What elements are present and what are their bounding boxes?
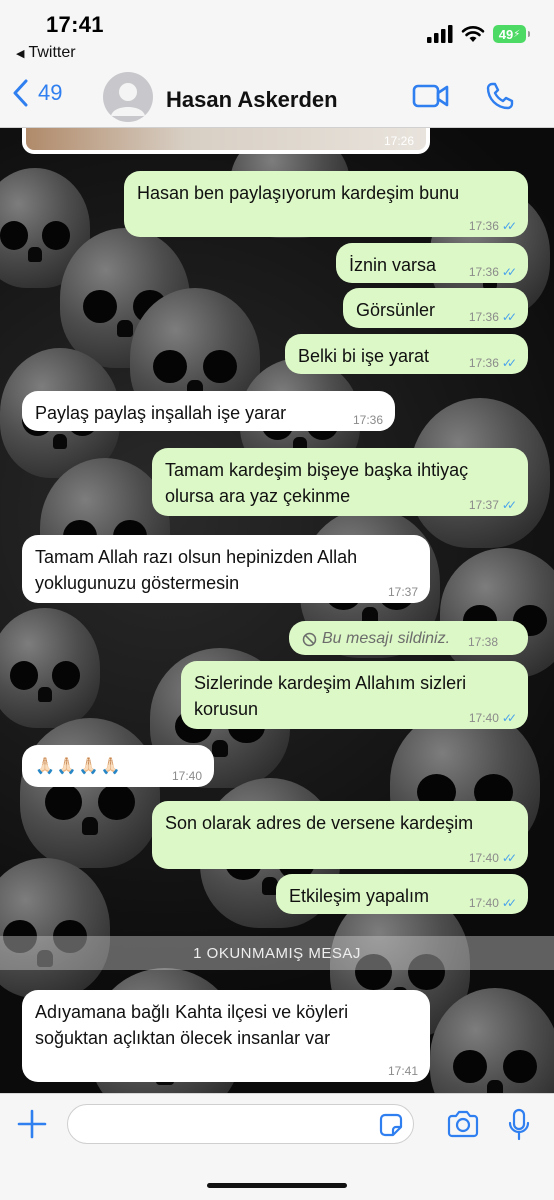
message-text: Bu mesajı sildiniz. bbox=[322, 630, 451, 647]
incoming-message[interactable]: Adıyamana bağlı Kahta ilçesi ve köyleri … bbox=[22, 990, 430, 1082]
attach-button[interactable] bbox=[16, 1108, 48, 1145]
video-camera-icon bbox=[412, 84, 449, 108]
message-input-bar bbox=[0, 1093, 554, 1200]
message-text: Paylaş paylaş inşallah işe yarar bbox=[35, 403, 287, 423]
message-time: 17:26 bbox=[383, 134, 414, 148]
message-text: Tamam Allah razı olsun hepinizden Allah … bbox=[35, 547, 358, 593]
status-time: 17:41 bbox=[46, 12, 104, 37]
image-message[interactable]: 17:26 bbox=[22, 128, 430, 154]
chevron-left-icon bbox=[13, 79, 28, 107]
back-app-label: Twitter bbox=[28, 44, 76, 61]
cellular-signal-icon bbox=[427, 25, 453, 43]
outgoing-message[interactable]: Son olarak adres de versene kardeşim 17:… bbox=[152, 801, 528, 869]
message-text: Son olarak adres de versene kardeşim bbox=[165, 813, 474, 833]
plus-icon bbox=[17, 1109, 47, 1139]
message-time: 17:40 bbox=[171, 769, 202, 783]
back-button[interactable]: 49 bbox=[12, 78, 62, 108]
double-check-icon: ✓✓ bbox=[501, 498, 517, 512]
back-to-app-link[interactable]: ◀ Twitter bbox=[16, 44, 76, 62]
default-avatar-icon bbox=[111, 83, 145, 116]
unread-chats-count: 49 bbox=[38, 80, 63, 105]
contact-name[interactable]: Hasan Askerden bbox=[166, 87, 338, 113]
camera-button[interactable] bbox=[446, 1110, 480, 1143]
message-time: 17:37 bbox=[387, 585, 418, 599]
system-icons: 49 ⚡ bbox=[427, 25, 530, 43]
back-triangle-icon: ◀ bbox=[16, 47, 25, 60]
outgoing-message[interactable]: Tamam kardeşim bişeye başka ihtiyaç olur… bbox=[152, 448, 528, 516]
double-check-icon: ✓✓ bbox=[501, 219, 517, 233]
double-check-icon: ✓✓ bbox=[501, 711, 517, 725]
home-indicator[interactable] bbox=[207, 1183, 347, 1188]
video-call-button[interactable] bbox=[412, 83, 450, 114]
outgoing-message[interactable]: Sizlerinde kardeşim Allahım sizleri koru… bbox=[181, 661, 528, 729]
outgoing-message[interactable]: İznin varsa 17:36 ✓✓ bbox=[336, 243, 528, 283]
message-time: 17:36 bbox=[468, 219, 499, 233]
message-time: 17:41 bbox=[387, 1064, 418, 1078]
voice-call-button[interactable] bbox=[485, 81, 515, 116]
outgoing-message[interactable]: Etkileşim yapalım 17:40 ✓✓ bbox=[276, 874, 528, 914]
message-text: Tamam kardeşim bişeye başka ihtiyaç olur… bbox=[165, 460, 469, 506]
double-check-icon: ✓✓ bbox=[501, 851, 517, 865]
avatar[interactable] bbox=[103, 72, 153, 122]
message-time: 17:40 bbox=[468, 896, 499, 910]
double-check-icon: ✓✓ bbox=[501, 896, 517, 910]
message-time: 17:36 bbox=[352, 413, 383, 427]
battery-level: 49 bbox=[498, 26, 514, 42]
message-time: 17:36 bbox=[468, 356, 499, 370]
message-time: 17:36 bbox=[468, 310, 499, 324]
outgoing-message[interactable]: Belki bi işe yarat 17:36 ✓✓ bbox=[285, 334, 528, 374]
chat-area[interactable]: 17:26 Hasan ben paylaşıyorum kardeşim bu… bbox=[0, 128, 554, 1093]
sticker-button[interactable] bbox=[377, 1111, 405, 1144]
double-check-icon: ✓✓ bbox=[501, 310, 517, 324]
message-text: Adıyamana bağlı Kahta ilçesi ve köyleri … bbox=[35, 1002, 349, 1048]
incoming-message[interactable]: Paylaş paylaş inşallah işe yarar 17:36 bbox=[22, 391, 395, 431]
message-time: 17:40 bbox=[468, 711, 499, 725]
camera-icon bbox=[447, 1110, 479, 1138]
message-text: Sizlerinde kardeşim Allahım sizleri koru… bbox=[194, 673, 467, 719]
wifi-icon bbox=[461, 26, 485, 42]
message-time: 17:36 bbox=[468, 265, 499, 279]
voice-message-button[interactable] bbox=[507, 1108, 531, 1147]
double-check-icon: ✓✓ bbox=[501, 265, 517, 279]
message-text: Hasan ben paylaşıyorum kardeşim bunu bbox=[137, 183, 460, 203]
battery-icon: 49 ⚡ bbox=[493, 25, 530, 43]
sticker-icon bbox=[379, 1113, 403, 1137]
chat-header: 49 Hasan Askerden bbox=[0, 70, 554, 128]
message-time: 17:40 bbox=[468, 851, 499, 865]
outgoing-message[interactable]: Hasan ben paylaşıyorum kardeşim bunu 17:… bbox=[124, 171, 528, 237]
message-time: 17:38 bbox=[467, 635, 498, 649]
deleted-message-icon bbox=[302, 632, 317, 646]
deleted-message[interactable]: Bu mesajı sildiniz. 17:38 bbox=[289, 621, 528, 655]
unread-messages-divider: 1 OKUNMAMIŞ MESAJ bbox=[0, 936, 554, 970]
message-time: 17:37 bbox=[468, 498, 499, 512]
microphone-icon bbox=[508, 1108, 530, 1141]
incoming-message[interactable]: Tamam Allah razı olsun hepinizden Allah … bbox=[22, 535, 430, 603]
message-input[interactable] bbox=[67, 1104, 414, 1144]
status-bar: 17:41 ◀ Twitter 49 ⚡ bbox=[0, 0, 554, 70]
incoming-message[interactable]: 🙏🏻🙏🏻🙏🏻🙏🏻 17:40 bbox=[22, 745, 214, 787]
phone-icon bbox=[486, 82, 514, 110]
outgoing-message[interactable]: Görsünler 17:36 ✓✓ bbox=[343, 288, 528, 328]
double-check-icon: ✓✓ bbox=[501, 356, 517, 370]
